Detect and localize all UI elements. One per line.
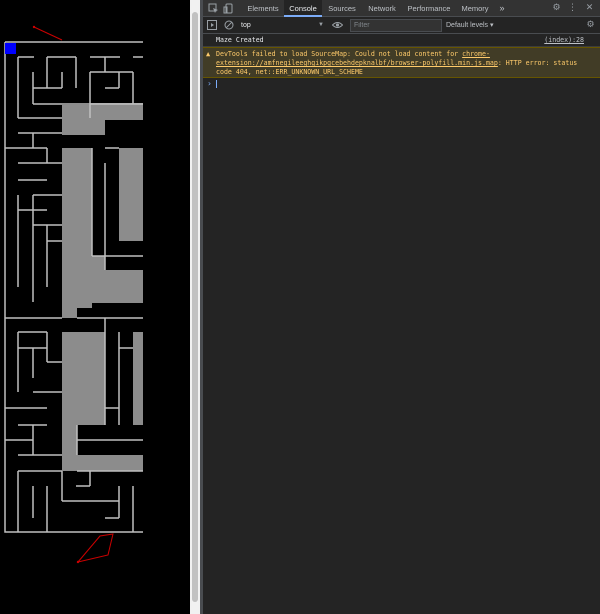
- page: Elements Console Sources Network Perform…: [0, 0, 600, 614]
- path-point: [32, 25, 36, 29]
- more-options-icon[interactable]: ⋮: [567, 3, 578, 14]
- visited-area: [62, 103, 143, 471]
- vertical-scrollbar[interactable]: [190, 0, 200, 614]
- visited-block: [62, 332, 105, 425]
- log-text: Maze Created: [216, 36, 264, 44]
- console-output: Maze Created (index):28 ▲ DevTools faile…: [203, 34, 600, 90]
- console-log-message: Maze Created (index):28: [203, 34, 600, 47]
- tab-memory[interactable]: Memory: [456, 0, 494, 17]
- devtools-panel: Elements Console Sources Network Perform…: [203, 0, 600, 614]
- visited-block: [77, 270, 143, 303]
- sidebar-toggle-icon[interactable]: [206, 20, 217, 31]
- settings-gear-icon[interactable]: ⚙: [551, 3, 562, 14]
- console-settings-gear-icon[interactable]: ⚙: [585, 20, 596, 31]
- visited-block: [62, 103, 105, 135]
- tab-elements[interactable]: Elements: [244, 0, 282, 17]
- chevron-down-icon: ▼: [318, 22, 324, 28]
- context-selector-value: top: [241, 22, 251, 29]
- log-source-link[interactable]: (index):28: [544, 36, 584, 45]
- console-warning-message: ▲ DevTools failed to load SourceMap: Cou…: [203, 47, 600, 78]
- path-point: [76, 560, 80, 564]
- warning-icon: ▲: [206, 50, 211, 58]
- console-toolbar: top ▼ Default levels ▾ ⚙: [203, 17, 600, 34]
- tab-network[interactable]: Network: [362, 0, 402, 17]
- console-prompt[interactable]: ›: [203, 78, 600, 90]
- filter-input[interactable]: [350, 19, 442, 32]
- more-tabs-button[interactable]: »: [496, 0, 508, 17]
- tab-sources[interactable]: Sources: [324, 0, 360, 17]
- live-expression-eye-icon[interactable]: [331, 20, 344, 31]
- tab-performance[interactable]: Performance: [404, 0, 454, 17]
- tab-console[interactable]: Console: [284, 0, 322, 17]
- maze-viewport[interactable]: [0, 0, 190, 614]
- visited-block: [133, 332, 143, 425]
- devtools-tabbar: Elements Console Sources Network Perform…: [203, 0, 600, 17]
- text-caret: [216, 80, 217, 88]
- device-toolbar-icon[interactable]: [223, 3, 234, 14]
- player-marker: [5, 43, 16, 54]
- context-selector[interactable]: top ▼: [241, 19, 326, 32]
- prompt-chevron-icon: ›: [207, 79, 212, 88]
- visited-block: [105, 103, 143, 120]
- visited-block: [77, 455, 143, 471]
- visited-block: [62, 425, 77, 471]
- warning-prefix: DevTools failed to load SourceMap: Could…: [216, 50, 463, 58]
- maze-canvas[interactable]: [0, 0, 190, 614]
- clear-console-icon[interactable]: [223, 20, 234, 31]
- log-levels-dropdown[interactable]: Default levels ▾: [446, 19, 493, 32]
- close-devtools-icon[interactable]: ✕: [584, 3, 595, 14]
- visited-block: [62, 303, 77, 318]
- visited-block: [119, 148, 143, 241]
- scrollbar-thumb[interactable]: [192, 12, 198, 602]
- inspect-element-icon[interactable]: [208, 3, 219, 14]
